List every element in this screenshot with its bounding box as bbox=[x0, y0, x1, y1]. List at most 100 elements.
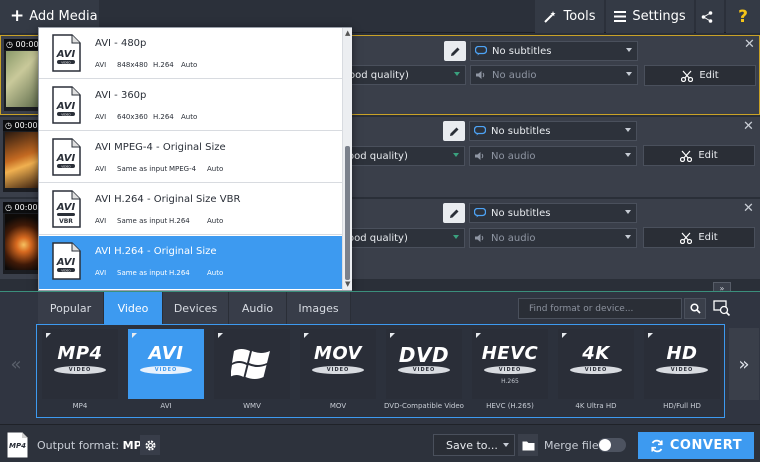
preset-scrollbar[interactable]: ▲ ▼ bbox=[342, 28, 352, 290]
edit-label: Edit bbox=[698, 232, 718, 243]
search-button[interactable] bbox=[684, 298, 706, 319]
audio-dropdown[interactable]: No audio bbox=[469, 228, 637, 248]
format-logo-sub: VIDEO bbox=[140, 366, 192, 374]
video-thumbnail[interactable]: ◷ 00:00 bbox=[3, 120, 39, 192]
carousel-prev-button[interactable]: « bbox=[1, 328, 31, 400]
format-card-4k[interactable]: 4K VIDEO bbox=[558, 329, 634, 399]
rename-button[interactable] bbox=[443, 121, 465, 141]
svg-text:AVI: AVI bbox=[56, 101, 76, 112]
format-logo-sub: VIDEO bbox=[398, 366, 450, 374]
format-card-hevc[interactable]: HEVC VIDEO H.265 bbox=[472, 329, 548, 399]
video-thumbnail[interactable]: ◷ 00:00 bbox=[3, 202, 39, 274]
corner-marker-icon bbox=[390, 333, 395, 338]
format-card-dvd[interactable]: DVD VIDEO bbox=[386, 329, 462, 399]
format-logo: DVD bbox=[398, 343, 450, 367]
tools-button[interactable]: Tools bbox=[535, 0, 604, 33]
format-logo: HEVC bbox=[481, 343, 539, 364]
share-button[interactable] bbox=[696, 0, 724, 33]
subtitles-dropdown[interactable]: No subtitles bbox=[470, 41, 638, 61]
format-label: AVI bbox=[160, 402, 172, 410]
format-card-avi[interactable]: AVI VIDEO bbox=[128, 329, 204, 399]
rename-button[interactable] bbox=[444, 41, 466, 61]
remove-file-icon[interactable]: ✕ bbox=[743, 119, 754, 134]
remove-file-icon[interactable]: ✕ bbox=[744, 37, 755, 52]
preset-item[interactable]: AVI VBR AVI H.264 - Original Size VBR AVI… bbox=[39, 184, 342, 235]
quality-dropdown[interactable]: ood quality) bbox=[343, 228, 465, 248]
video-thumbnail[interactable]: ◷ 00:00 bbox=[4, 39, 40, 111]
tab-audio[interactable]: Audio bbox=[229, 292, 287, 324]
duration-label: ◷ 00:00 bbox=[3, 202, 39, 213]
audio-dropdown[interactable]: No audio bbox=[469, 146, 637, 166]
quality-dropdown[interactable]: ood quality) bbox=[344, 65, 466, 85]
svg-text:VIDEO: VIDEO bbox=[61, 60, 71, 64]
format-card-wmv[interactable] bbox=[214, 329, 290, 399]
corner-marker-icon bbox=[132, 333, 137, 338]
audio-dropdown[interactable]: No audio bbox=[470, 65, 638, 85]
carousel-next-button[interactable]: » bbox=[729, 328, 759, 400]
convert-button[interactable]: CONVERT bbox=[638, 432, 754, 459]
tab-video[interactable]: Video bbox=[104, 292, 163, 324]
avi-file-icon: AVIVIDEO bbox=[52, 86, 81, 124]
convert-label: CONVERT bbox=[669, 438, 743, 453]
preset-details: AVI Same as input H.264 Auto bbox=[95, 217, 224, 225]
detect-device-button[interactable] bbox=[711, 297, 733, 319]
save-to-dropdown[interactable]: Save to... bbox=[433, 434, 515, 456]
scissors-icon bbox=[680, 150, 693, 162]
preset-item[interactable]: AVI VIDEO AVI - 360p AVI 640x360 H.264 Auto bbox=[39, 80, 342, 131]
chevron-down-icon bbox=[454, 72, 460, 76]
share-icon bbox=[701, 10, 713, 23]
preset-item[interactable]: AVI VIDEO AVI - 480p AVI 848x480 H.264 Auto bbox=[39, 28, 342, 79]
audio-value: No audio bbox=[491, 232, 536, 244]
edit-button[interactable]: Edit bbox=[643, 227, 755, 248]
format-search-input[interactable]: Find format or device... bbox=[518, 298, 682, 319]
open-folder-button[interactable] bbox=[518, 434, 538, 456]
scroll-up-icon[interactable]: ▲ bbox=[345, 29, 350, 37]
scroll-down-icon[interactable]: ▼ bbox=[345, 280, 350, 288]
scrollbar-thumb[interactable] bbox=[345, 146, 350, 280]
quality-dropdown[interactable]: ood quality) bbox=[343, 146, 465, 166]
speech-bubble-icon bbox=[475, 46, 487, 56]
format-label: HEVC (H.265) bbox=[486, 402, 534, 410]
format-card-mov[interactable]: MOV VIDEO bbox=[300, 329, 376, 399]
edit-label: Edit bbox=[698, 150, 718, 161]
format-label: DVD-Compatible Video bbox=[384, 402, 464, 410]
scissors-icon bbox=[681, 70, 694, 82]
subtitles-dropdown[interactable]: No subtitles bbox=[469, 203, 637, 223]
corner-marker-icon bbox=[46, 333, 51, 338]
svg-text:MP4: MP4 bbox=[9, 442, 26, 450]
svg-text:AVI: AVI bbox=[56, 49, 76, 60]
merge-files-toggle[interactable] bbox=[598, 438, 626, 452]
speaker-icon bbox=[475, 234, 484, 242]
preset-item-selected[interactable]: AVI VIDEO AVI H.264 - Original Size AVI Sa… bbox=[39, 236, 342, 289]
preset-item[interactable]: AVI VIDEO AVI MPEG-4 - Original Size AVI S… bbox=[39, 132, 342, 183]
output-settings-button[interactable] bbox=[140, 435, 160, 455]
svg-text:VIDEO: VIDEO bbox=[61, 268, 71, 272]
format-preset-dropdown[interactable]: AVI VIDEO AVI - 480p AVI 848x480 H.264 Auto … bbox=[38, 27, 352, 291]
corner-marker-icon bbox=[304, 333, 309, 338]
thumbnail-image bbox=[6, 51, 40, 107]
tab-images[interactable]: Images bbox=[287, 292, 351, 324]
chevron-down-icon bbox=[453, 235, 459, 239]
thumbnail-image bbox=[5, 132, 39, 188]
format-logo: 4K bbox=[582, 343, 610, 364]
svg-text:AVI: AVI bbox=[56, 153, 76, 164]
remove-file-icon[interactable]: ✕ bbox=[743, 201, 754, 216]
format-card-hd[interactable]: HD VIDEO bbox=[644, 329, 720, 399]
tab-devices[interactable]: Devices bbox=[163, 292, 229, 324]
edit-button[interactable]: Edit bbox=[643, 145, 755, 166]
chevron-down-icon bbox=[453, 153, 459, 157]
chevron-down-icon bbox=[626, 48, 632, 52]
edit-button[interactable]: Edit bbox=[644, 65, 756, 86]
subtitles-dropdown[interactable]: No subtitles bbox=[469, 121, 637, 141]
question-mark-icon: ? bbox=[738, 6, 748, 27]
chevron-down-icon bbox=[625, 235, 631, 239]
tab-popular[interactable]: Popular bbox=[38, 292, 104, 324]
preset-details: AVI 640x360 H.264 Auto bbox=[95, 113, 198, 121]
settings-button[interactable]: Settings bbox=[606, 0, 694, 33]
hamburger-menu-icon bbox=[614, 11, 627, 22]
rename-button[interactable] bbox=[443, 203, 465, 223]
format-card-mp4[interactable]: MP4 VIDEO bbox=[42, 329, 118, 399]
help-button[interactable]: ? bbox=[726, 0, 760, 33]
format-logo-sub: VIDEO bbox=[312, 366, 364, 374]
speaker-icon bbox=[476, 71, 485, 79]
